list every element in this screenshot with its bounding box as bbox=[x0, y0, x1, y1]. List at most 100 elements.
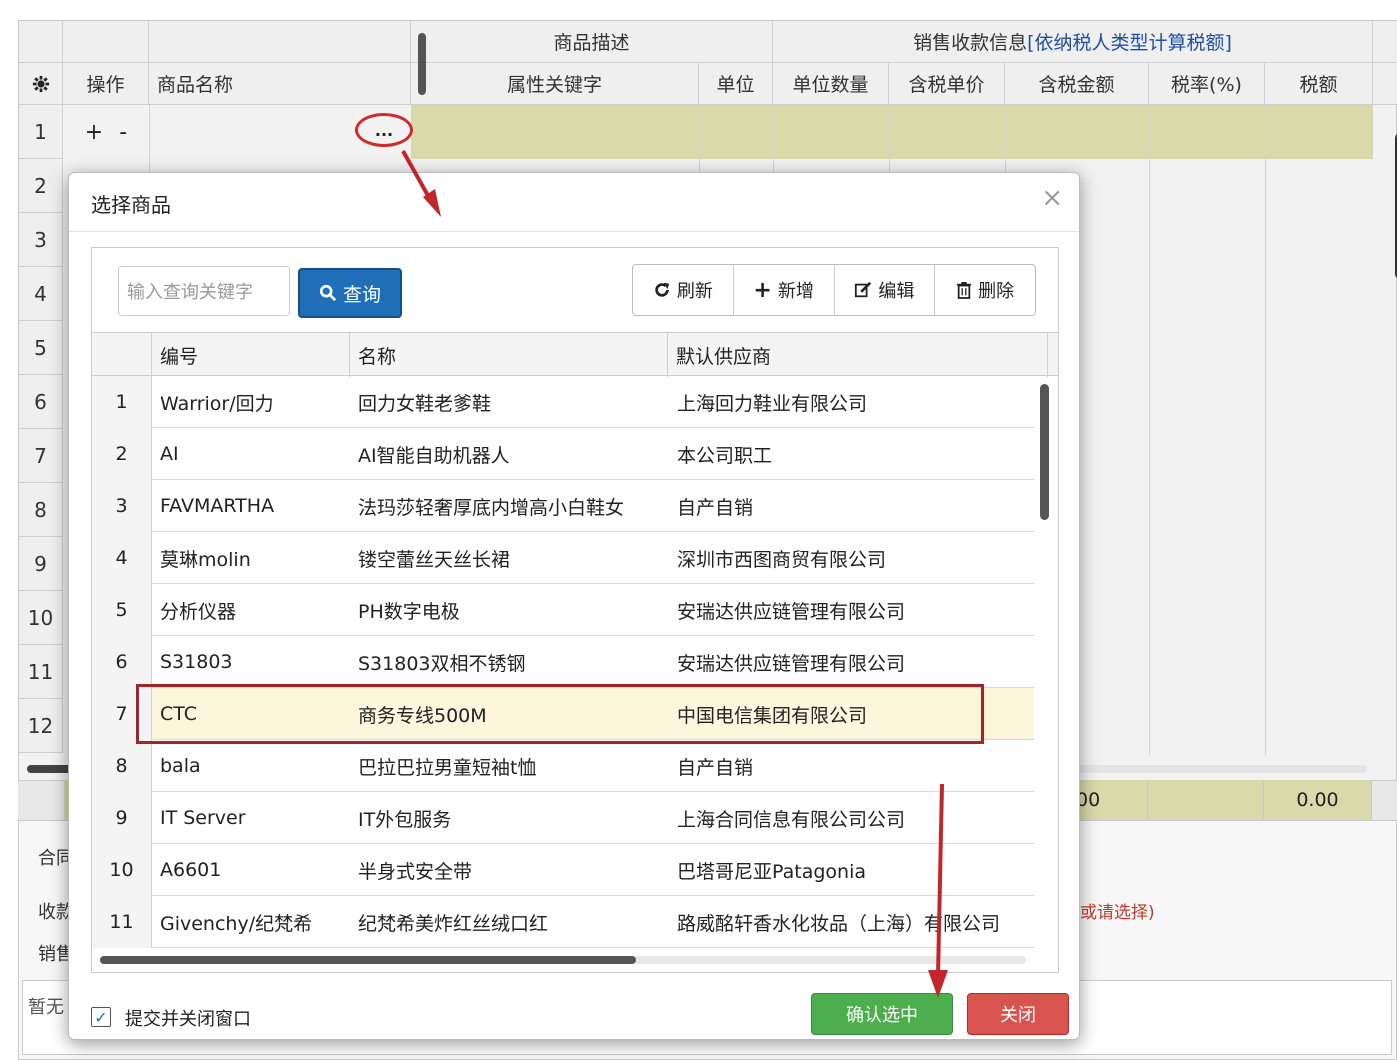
product-supplier: 深圳市西图商贸有限公司 bbox=[677, 548, 887, 571]
product-name: 巴拉巴拉男童短袖t恤 bbox=[358, 756, 537, 779]
row-number: 11 bbox=[19, 645, 63, 699]
row-number: 5 bbox=[92, 584, 152, 636]
table-row[interactable]: 3 FAVMARTHA 法玛莎轻奢厚底内增高小白鞋女 自产自销 bbox=[92, 480, 1034, 532]
col-op: 操作 bbox=[63, 63, 149, 105]
table-row[interactable]: 2 AI AI智能自助机器人 本公司职工 bbox=[92, 428, 1034, 480]
submit-close-label: 提交并关闭窗口 bbox=[125, 1009, 251, 1030]
table-row[interactable]: 11 Givenchy/纪梵希 纪梵希美炸红丝绒口红 路威酩轩香水化妆品（上海）有限公… bbox=[92, 896, 1034, 948]
row-number: 2 bbox=[19, 159, 63, 213]
table-row[interactable]: 9 IT Server IT外包服务 上海合同信息有限公司公司 bbox=[92, 792, 1034, 844]
pick-product-button[interactable]: ... bbox=[355, 113, 413, 147]
product-table-header: 编号 名称 默认供应商 bbox=[92, 332, 1058, 377]
plus-icon: + bbox=[753, 277, 772, 303]
group-header-sales: 销售收款信息 [依纳税人类型计算税额] bbox=[773, 21, 1373, 63]
product-code: 莫琳molin bbox=[160, 548, 251, 571]
dialog-title: 选择商品 bbox=[91, 193, 171, 217]
row-number: 8 bbox=[19, 483, 63, 537]
table-row[interactable]: 8 bala 巴拉巴拉男童短袖t恤 自产自销 bbox=[92, 740, 1034, 792]
header-rownum bbox=[92, 333, 152, 377]
table-row[interactable]: 6 S31803 S31803双相不锈钢 安瑞达供应链管理有限公司 bbox=[92, 636, 1034, 688]
grid-line bbox=[1265, 105, 1266, 755]
table-row[interactable]: 1 Warrior/回力 回力女鞋老爹鞋 上海回力鞋业有限公司 bbox=[92, 376, 1034, 428]
refresh-button[interactable]: 刷新 bbox=[633, 265, 734, 315]
col-tax-rate: 税率(%) bbox=[1149, 63, 1265, 105]
search-input[interactable]: 输入查询关键字 bbox=[118, 266, 290, 316]
product-table-body: 1 Warrior/回力 回力女鞋老爹鞋 上海回力鞋业有限公司 2 AI AI智能自助机器人… bbox=[92, 376, 1036, 948]
product-supplier: 上海回力鞋业有限公司 bbox=[677, 392, 868, 415]
delete-button[interactable]: 删除 bbox=[935, 265, 1035, 315]
row-number: 12 bbox=[19, 699, 63, 753]
product-code: FAVMARTHA bbox=[160, 495, 275, 517]
app-root: 商品描述 销售收款信息 [依纳税人类型计算税额] 操作 商品名称 属性关键字 单… bbox=[0, 0, 1397, 1060]
tax-method-link[interactable]: [依纳税人类型计算税额] bbox=[1027, 28, 1232, 55]
submit-close-checkbox[interactable]: ✓ bbox=[91, 1007, 111, 1027]
total-tax: 0.00 bbox=[1264, 780, 1372, 820]
col-tail bbox=[1373, 63, 1397, 105]
row-number: 7 bbox=[19, 429, 63, 483]
table-vertical-scrollbar[interactable] bbox=[1040, 384, 1049, 520]
row-number: 4 bbox=[92, 532, 152, 584]
close-button[interactable]: 关闭 bbox=[967, 993, 1069, 1035]
group-header-desc: 商品描述 bbox=[411, 21, 773, 63]
edit-button[interactable]: 编辑 bbox=[835, 265, 936, 315]
col-qty: 单位数量 bbox=[773, 63, 889, 105]
grid-corner bbox=[19, 21, 63, 63]
total-rate bbox=[1148, 780, 1264, 820]
product-name: 法玛莎轻奢厚底内增高小白鞋女 bbox=[358, 496, 625, 519]
empty-text: 暂无 bbox=[28, 997, 64, 1018]
group-header-tail bbox=[1373, 21, 1397, 63]
col-unit: 单位 bbox=[699, 63, 773, 105]
grid-line bbox=[1149, 105, 1150, 755]
col-amount: 含税金额 bbox=[1005, 63, 1149, 105]
search-icon bbox=[319, 284, 337, 302]
product-name: 镂空蕾丝天丝长裙 bbox=[358, 548, 511, 571]
product-code: Warrior/回力 bbox=[160, 392, 274, 415]
product-name: 纪梵希美炸红丝绒口红 bbox=[358, 912, 549, 935]
col-name: 商品名称 bbox=[149, 63, 411, 105]
col-attr: 属性关键字 bbox=[411, 63, 699, 105]
row-number: 1 bbox=[92, 376, 152, 428]
table-row[interactable]: 5 分析仪器 PH数字电极 安瑞达供应链管理有限公司 bbox=[92, 584, 1034, 636]
column-splitter[interactable] bbox=[418, 33, 426, 95]
product-name: PH数字电极 bbox=[358, 600, 460, 623]
row-number: 2 bbox=[92, 428, 152, 480]
edit-label: 编辑 bbox=[878, 281, 915, 302]
row-number: 10 bbox=[19, 591, 63, 645]
header-name: 名称 bbox=[350, 333, 668, 377]
product-name: 回力女鞋老爹鞋 bbox=[358, 392, 492, 415]
row-number: 9 bbox=[19, 537, 63, 591]
confirm-selection-button[interactable]: 确认选中 bbox=[811, 993, 953, 1035]
row-number: 3 bbox=[92, 480, 152, 532]
table-horizontal-scrollbar[interactable] bbox=[100, 956, 636, 964]
delete-label: 删除 bbox=[978, 281, 1015, 302]
group-header-blank-2 bbox=[149, 21, 411, 63]
product-code: bala bbox=[160, 755, 201, 777]
table-row[interactable]: 4 莫琳molin 镂空蕾丝天丝长裙 深圳市西图商贸有限公司 bbox=[92, 532, 1034, 584]
close-icon[interactable]: × bbox=[1041, 183, 1063, 213]
product-name: 半身式安全带 bbox=[358, 860, 473, 883]
product-name: AI智能自助机器人 bbox=[358, 444, 510, 467]
query-button[interactable]: 查询 bbox=[298, 268, 402, 318]
col-tax: 税额 bbox=[1265, 63, 1373, 105]
edit-icon bbox=[855, 281, 872, 298]
remove-row-button[interactable]: - bbox=[119, 120, 127, 145]
product-code: 分析仪器 bbox=[160, 600, 237, 623]
product-supplier: 本公司职工 bbox=[677, 444, 773, 467]
product-code: Givenchy/纪梵希 bbox=[160, 912, 313, 935]
add-row-button[interactable]: + bbox=[85, 120, 103, 145]
dialog-content: 输入查询关键字 查询 刷新 + 新增 编辑 删除 编号 名称 默认供应商 1 W… bbox=[91, 247, 1059, 973]
toolbar: 刷新 + 新增 编辑 删除 bbox=[632, 264, 1036, 316]
col-unit-price: 含税单价 bbox=[889, 63, 1005, 105]
table-row[interactable]: 10 A6601 半身式安全带 巴塔哥尼亚Patagonia bbox=[92, 844, 1034, 896]
row-number: 6 bbox=[19, 375, 63, 429]
add-button[interactable]: + 新增 bbox=[734, 265, 835, 315]
settings-icon[interactable] bbox=[19, 63, 63, 105]
row-number: 11 bbox=[92, 896, 152, 948]
row-number: 3 bbox=[19, 213, 63, 267]
group-header-sales-label: 销售收款信息 bbox=[913, 32, 1028, 54]
refresh-icon bbox=[655, 282, 670, 297]
product-code: S31803 bbox=[160, 651, 233, 673]
select-hint: 或请选择) bbox=[1080, 903, 1155, 923]
row-number: 10 bbox=[92, 844, 152, 896]
product-supplier: 路威酩轩香水化妆品（上海）有限公司 bbox=[677, 912, 1001, 935]
